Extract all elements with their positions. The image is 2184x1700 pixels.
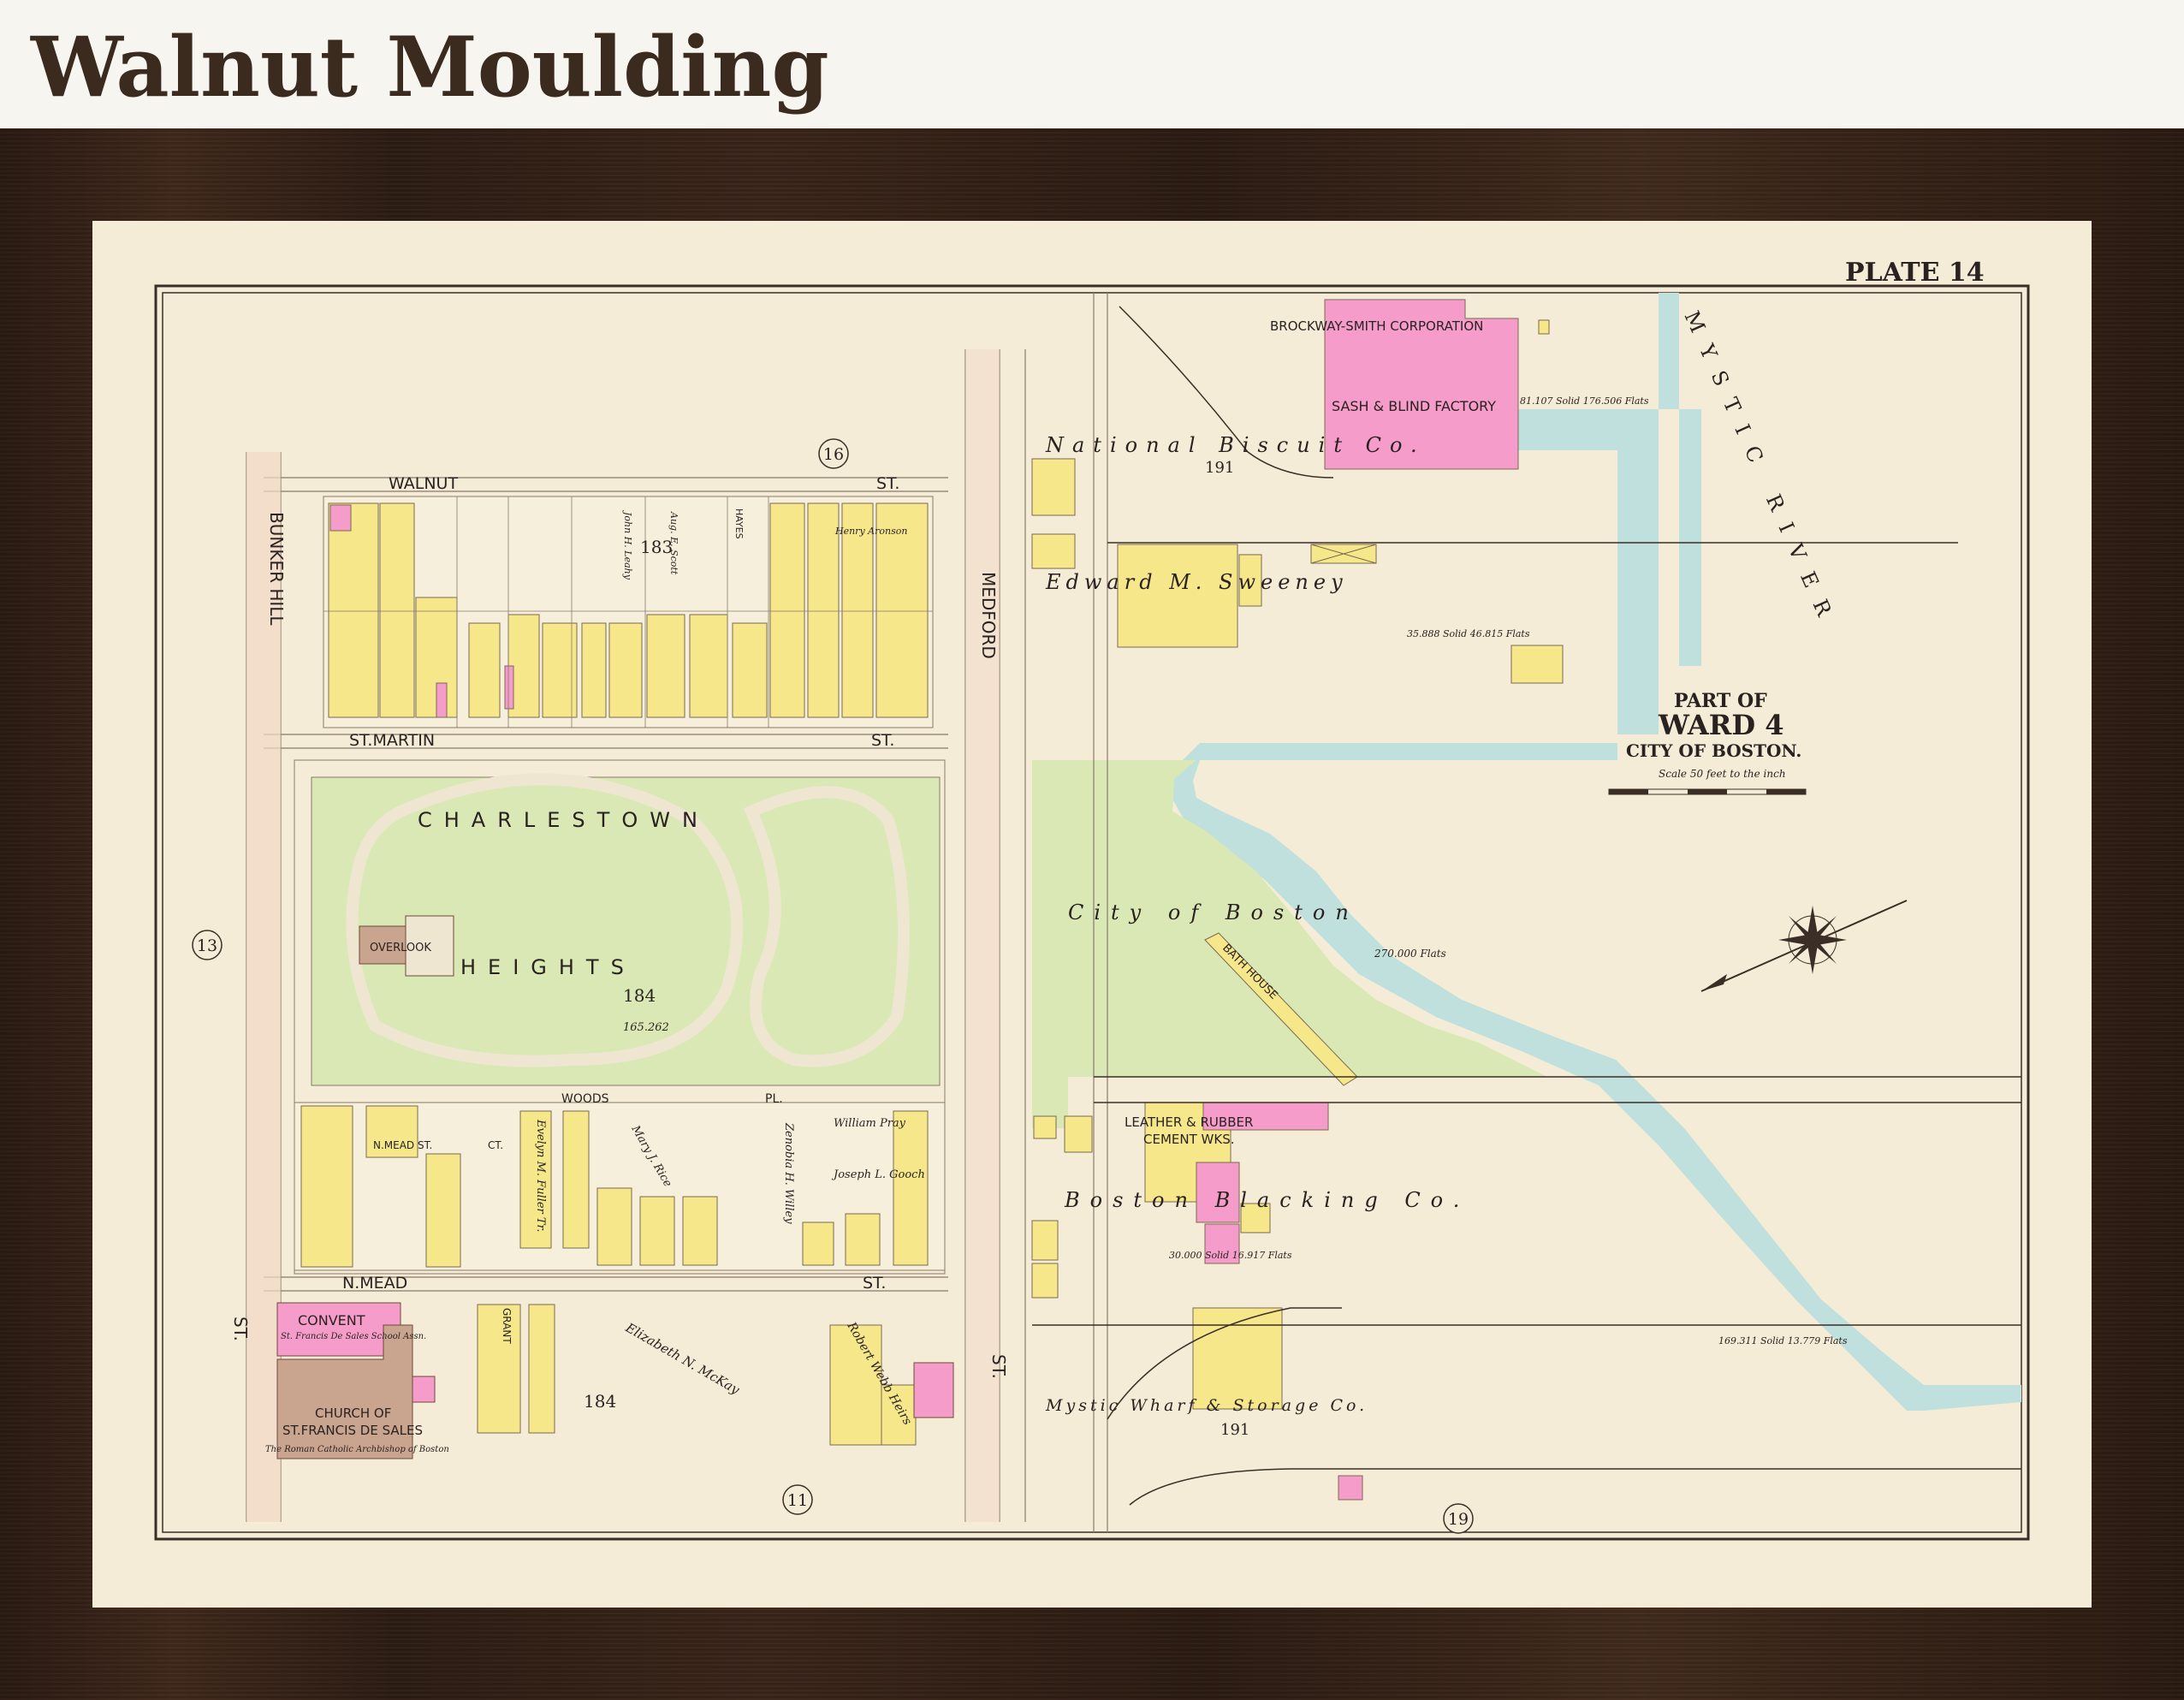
brockway-label: BROCKWAY-SMITH CORPORATION xyxy=(1270,318,1483,334)
sweeney-area: 35.888 Solid 46.815 Flats xyxy=(1407,628,1530,639)
wharf-area: 169.311 Solid 13.779 Flats xyxy=(1718,1335,1848,1346)
plate-ref-bottom-left: 11 xyxy=(787,1491,808,1510)
street-woods-pl: PL. xyxy=(765,1092,783,1106)
street-woods: WOODS xyxy=(561,1092,609,1106)
park-area: 165.262 xyxy=(623,1021,669,1034)
ward-number: WARD 4 xyxy=(1658,709,1783,741)
convent-sub: St. Francis De Sales School Assn. xyxy=(281,1332,426,1341)
hayes-label: HAYES xyxy=(733,508,745,539)
street-st-martin-st: ST. xyxy=(871,731,894,750)
street-n-mead-ct: N.MEAD ST. xyxy=(373,1139,432,1151)
national-biscuit-label: National Biscuit Co. xyxy=(1045,433,1426,457)
convent-label: CONVENT xyxy=(298,1312,365,1328)
street-bunker-hill: BUNKER HILL xyxy=(266,512,287,626)
product-title: Walnut Moulding xyxy=(31,19,829,116)
block-183-number: 183 xyxy=(640,537,673,557)
blacking-label: Boston Blacking Co. xyxy=(1064,1188,1469,1212)
evelyn-label: Evelyn M. Fuller Tr. xyxy=(534,1119,547,1232)
block-191b-number: 191 xyxy=(1220,1421,1249,1439)
street-grant: GRANT xyxy=(501,1308,513,1344)
aug-scott-label: Aug. E. Scott xyxy=(668,511,680,575)
sweeney-label: Edward M. Sweeney xyxy=(1045,570,1348,594)
john-leahy-label: John H. Leahy xyxy=(622,510,633,580)
overlook-label: OVERLOOK xyxy=(370,942,431,954)
walnut-frame: PLATE 14 16 13 11 19 WALNUT ST. ST.MARTI… xyxy=(0,128,2184,1700)
crossed-platforms xyxy=(1310,544,1377,564)
street-walnut-st: ST. xyxy=(876,474,899,493)
block-184a-number: 184 xyxy=(623,985,656,1006)
henry-aronson-label: Henry Aronson xyxy=(834,526,907,537)
block-191a-number: 191 xyxy=(1205,459,1234,477)
plate-ref-bottom-right: 19 xyxy=(1448,1510,1469,1529)
map-mat: PLATE 14 16 13 11 19 WALNUT ST. ST.MARTI… xyxy=(92,221,2092,1608)
park-name-line2: HEIGHTS xyxy=(460,955,636,979)
convent-building xyxy=(276,1302,401,1357)
leather-label: LEATHER & RUBBER xyxy=(1125,1115,1253,1130)
street-st-martin: ST.MARTIN xyxy=(349,731,435,750)
city-area: 270.000 Flats xyxy=(1374,948,1446,960)
biscuit-area: 81.107 Solid 176.506 Flats xyxy=(1520,395,1649,407)
plate-ref-top: 16 xyxy=(823,445,844,464)
city-of-boston-label: City of Boston xyxy=(1068,901,1359,924)
joseph-gooch-label: Joseph L. Gooch xyxy=(831,1168,925,1181)
street-medford-st: ST. xyxy=(988,1354,1009,1379)
ward-scale: Scale 50 feet to the inch xyxy=(1659,768,1786,780)
scale-bar xyxy=(1608,788,1807,795)
mystic-wharf-label: Mystic Wharf & Storage Co. xyxy=(1045,1396,1368,1415)
sash-factory-label: SASH & BLIND FACTORY xyxy=(1332,398,1496,414)
page-header: Walnut Moulding xyxy=(0,0,2184,128)
william-pray-label: William Pray xyxy=(834,1117,906,1130)
church-pink-annex xyxy=(412,1376,436,1403)
blacking-area: 30.000 Solid 16.917 Flats xyxy=(1169,1250,1292,1261)
plate-label: PLATE 14 xyxy=(1845,258,1985,288)
street-bunker-hill-st: ST. xyxy=(230,1317,251,1341)
park-name-line1: CHARLESTOWN xyxy=(418,808,709,832)
cement-label: CEMENT WKS. xyxy=(1143,1132,1234,1147)
zenobia-label: Zenobia H. Willey xyxy=(782,1122,795,1224)
street-walnut: WALNUT xyxy=(389,474,458,493)
medford-tint xyxy=(965,349,1000,1522)
street-n-mead-st: ST. xyxy=(863,1274,886,1293)
plate-ref-left: 13 xyxy=(197,936,217,955)
block-184b-number: 184 xyxy=(584,1391,616,1412)
robert-webb-pink xyxy=(913,1362,954,1418)
church-label-1: CHURCH OF xyxy=(315,1406,391,1421)
church-owner: The Roman Catholic Archbishop of Boston xyxy=(265,1445,449,1454)
map-svg: PLATE 14 16 13 11 19 WALNUT ST. ST.MARTI… xyxy=(92,221,2092,1608)
street-n-mead: N.MEAD xyxy=(342,1274,407,1293)
street-n-mead-ct2: CT. xyxy=(488,1139,503,1151)
street-medford: MEDFORD xyxy=(978,572,999,659)
church-label-2: ST.FRANCIS DE SALES xyxy=(282,1423,423,1438)
ward-city: CITY OF BOSTON. xyxy=(1626,740,1801,761)
